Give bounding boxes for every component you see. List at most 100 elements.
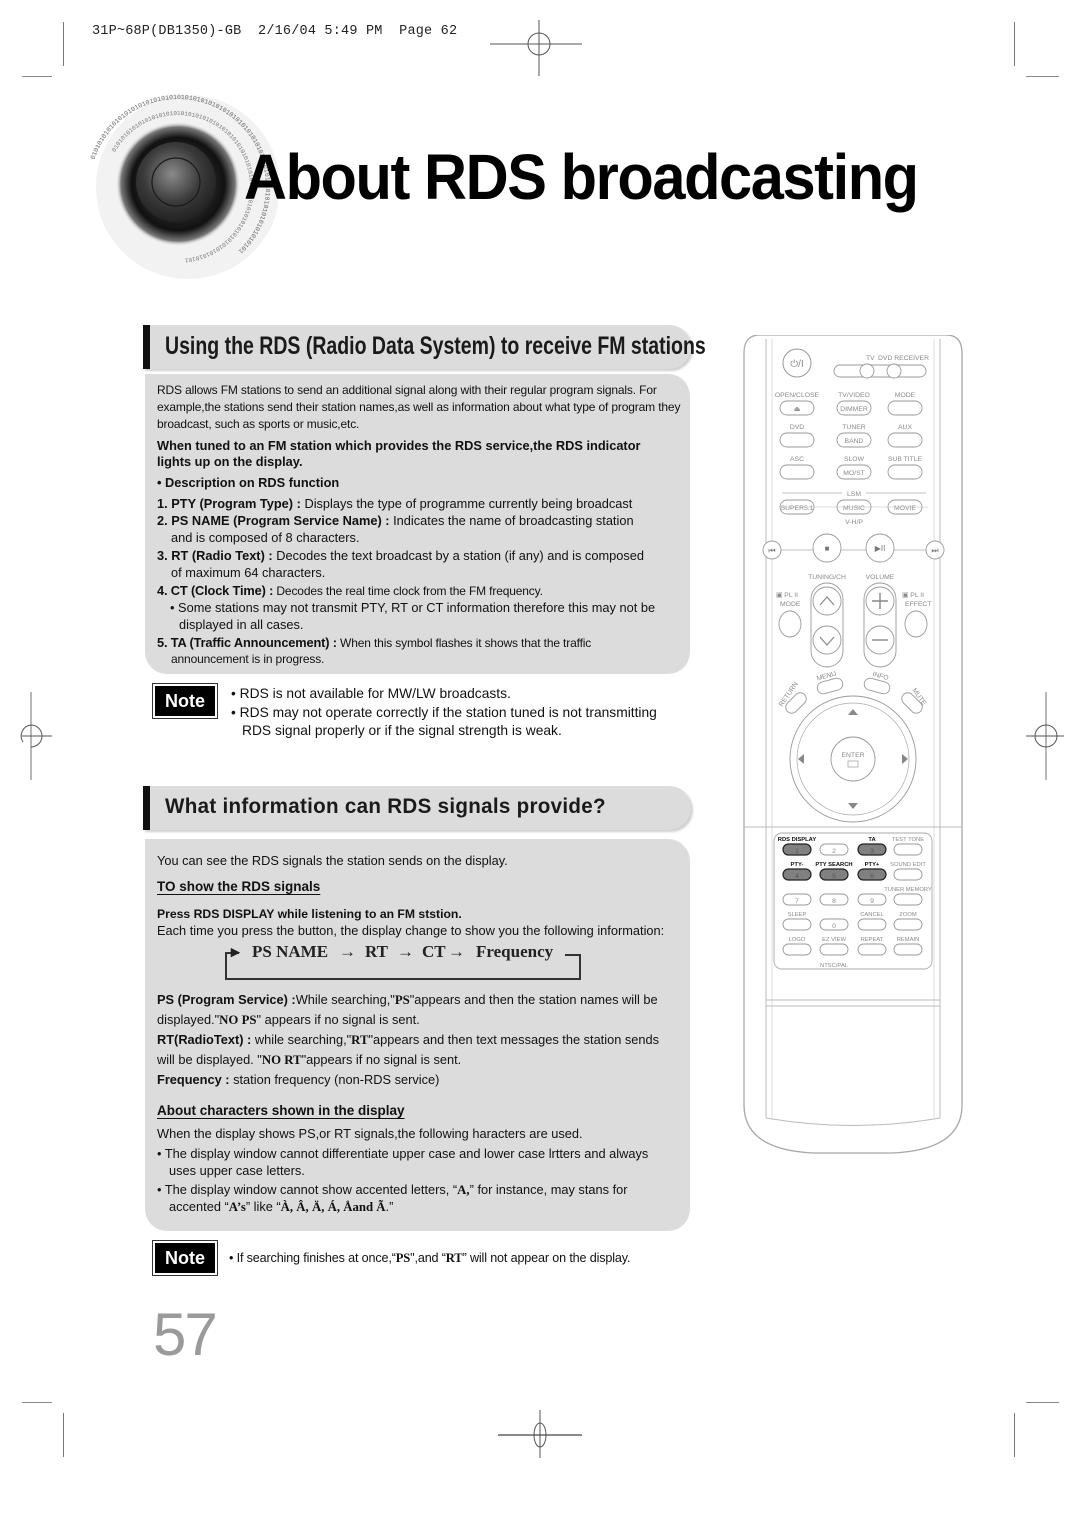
keypad-button-cancel[interactable] bbox=[857, 918, 887, 931]
svg-text:6: 6 bbox=[870, 873, 874, 880]
rds-function-item: 2. PS NAME (Program Service Name) : Indi… bbox=[157, 513, 634, 528]
svg-text:0: 0 bbox=[832, 923, 836, 930]
stop-button[interactable]: ■ bbox=[812, 533, 842, 563]
remote-label: SUB TITLE bbox=[888, 456, 923, 463]
svg-text:2: 2 bbox=[832, 848, 836, 855]
play-pause-button[interactable]: ▶II bbox=[865, 533, 895, 563]
rt-description-cont: will be displayed. "NO RT"appears if no … bbox=[157, 1052, 462, 1067]
rt-description: RT(RadioText) : while searching,"RT"appe… bbox=[157, 1032, 660, 1047]
svg-text:7: 7 bbox=[795, 898, 799, 905]
keypad-button-4[interactable]: 4 bbox=[782, 868, 812, 881]
remote-label: TV/VIDEO bbox=[838, 392, 870, 399]
pl-mode-button[interactable] bbox=[778, 610, 802, 638]
remote-button-mode[interactable] bbox=[887, 400, 923, 416]
keypad-button-test-tone[interactable] bbox=[893, 843, 923, 856]
pl-mode-label: ▣ PL II bbox=[776, 592, 798, 599]
keypad-button-6[interactable]: 6 bbox=[857, 868, 887, 881]
remote-button-open-close[interactable]: ⏏ bbox=[779, 400, 815, 416]
svg-text:DVD RECEIVER: DVD RECEIVER bbox=[878, 355, 929, 362]
flow-step: PS NAME bbox=[252, 942, 329, 961]
page-number: 57 bbox=[153, 1301, 218, 1368]
intro-line: example,the stations send their station … bbox=[157, 400, 681, 414]
ps-description-cont: displayed."NO PS" appears if no signal i… bbox=[157, 1012, 420, 1027]
svg-text:EFFECT: EFFECT bbox=[905, 601, 931, 608]
keypad-button-0[interactable]: 0 bbox=[819, 918, 849, 931]
keypad-button-ez-view[interactable] bbox=[819, 943, 849, 956]
note-item: • RDS is not available for MW/LW broadca… bbox=[231, 686, 511, 701]
ps-description: PS (Program Service) :While searching,"P… bbox=[157, 992, 658, 1007]
vhp-label: V-H/P bbox=[845, 519, 863, 526]
keypad-button-3[interactable]: 3 bbox=[857, 843, 887, 856]
remote-label: OPEN/CLOSE bbox=[775, 392, 820, 399]
keypad-button-zoom[interactable] bbox=[893, 918, 923, 931]
keypad-button-tuner-memory[interactable] bbox=[893, 893, 923, 906]
remote-keypad: RDS DISPLAY 1 2 TA 3 TEST TONE PTY- 4 PTY SEARCH… bbox=[773, 832, 933, 970]
remote-button-text: MO/ST bbox=[843, 470, 865, 477]
rds-function-item-cont: of maximum 64 characters. bbox=[171, 565, 326, 580]
tuning-down-button[interactable] bbox=[812, 625, 842, 655]
note-item-cont: RDS signal properly or if the signal str… bbox=[242, 723, 562, 738]
svg-text:4: 4 bbox=[795, 873, 799, 880]
remote-control-svg: ⏻/I TV DVD RECEIVER OPEN/CLOSE ⏏ TV/VIDEO D… bbox=[743, 334, 963, 1154]
keypad-button-repeat[interactable] bbox=[857, 943, 887, 956]
keypad-button-8[interactable]: 8 bbox=[819, 893, 849, 906]
enter-button[interactable] bbox=[830, 736, 876, 782]
rds-indicator-note: When tuned to an FM station which provid… bbox=[157, 438, 641, 453]
remote-button-asc[interactable] bbox=[779, 464, 815, 480]
registration-mark-left bbox=[20, 692, 52, 780]
pl-effect-button[interactable] bbox=[904, 610, 928, 638]
note-item: • RDS may not operate correctly if the s… bbox=[231, 705, 657, 720]
remote-button-dvd[interactable] bbox=[779, 432, 815, 448]
tuning-up-button[interactable] bbox=[812, 586, 842, 616]
remote-button-text: DIMMER bbox=[840, 406, 868, 413]
keypad-label: REPEAT bbox=[861, 937, 884, 943]
pl-effect-label: ▣ PL II bbox=[902, 592, 924, 599]
next-button[interactable]: ⏭ bbox=[925, 540, 945, 560]
desc-heading: • Description on RDS function bbox=[157, 475, 340, 490]
keypad-button-9[interactable]: 9 bbox=[857, 893, 887, 906]
keypad-button-5[interactable]: 5 bbox=[819, 868, 849, 881]
keypad-button-2[interactable]: 2 bbox=[819, 843, 849, 856]
keypad-button-sleep[interactable] bbox=[782, 918, 812, 931]
tuning-label: TUNING/CH bbox=[808, 574, 846, 581]
press-instruction: Press RDS DISPLAY while listening to an … bbox=[157, 907, 462, 921]
keypad-button-1[interactable]: 1 bbox=[782, 843, 812, 856]
remote-label: ASC bbox=[790, 456, 804, 463]
rds-function-item-cont: and is composed of 8 characters. bbox=[171, 530, 360, 545]
keypad-button-logo[interactable] bbox=[782, 943, 812, 956]
subheading-characters: About characters shown in the display bbox=[157, 1103, 405, 1118]
remote-label: TUNER bbox=[842, 424, 866, 431]
characters-bullet: • The display window cannot show accente… bbox=[157, 1182, 628, 1197]
keypad-button-sound-edit[interactable] bbox=[893, 868, 923, 881]
flow-arrow-icon: ▸ bbox=[231, 942, 240, 961]
keypad-label: PTY- bbox=[791, 862, 804, 868]
keypad-label: ZOOM bbox=[899, 912, 917, 918]
remote-button-tv-video[interactable]: DIMMER bbox=[836, 400, 872, 416]
enter-label: ENTER bbox=[841, 752, 864, 759]
page-title: About RDS broadcasting bbox=[244, 141, 919, 213]
characters-bullet: • The display window cannot differentiat… bbox=[157, 1146, 649, 1161]
remote-label: DVD bbox=[790, 424, 804, 431]
remote-button-slow[interactable]: MO/ST bbox=[836, 464, 872, 480]
keypad-label: PTY+ bbox=[865, 862, 880, 868]
remote-button-tuner[interactable]: BAND bbox=[836, 432, 872, 448]
flow-step: Frequency bbox=[476, 942, 554, 961]
remote-button-aux[interactable] bbox=[887, 432, 923, 448]
svg-text:⏻/I: ⏻/I bbox=[790, 359, 803, 370]
keypad-label: TUNER MEMORY bbox=[884, 887, 932, 893]
registration-mark-bottom bbox=[498, 1410, 582, 1458]
section-header-what-information: What information can RDS signals provide… bbox=[143, 786, 691, 830]
svg-text:TV: TV bbox=[866, 355, 875, 362]
prev-button[interactable]: ⏮ bbox=[762, 540, 782, 560]
power-button[interactable]: ⏻/I bbox=[782, 348, 812, 378]
display-cycle-diagram: ▸ PS NAME → RT → CT → Frequency bbox=[225, 940, 581, 980]
keypad-button-remain[interactable] bbox=[893, 943, 923, 956]
keypad-label: EZ VIEW bbox=[822, 937, 846, 943]
mode-switch-slider[interactable] bbox=[833, 364, 927, 378]
dvd-switch-knob[interactable] bbox=[886, 363, 902, 379]
keypad-button-7[interactable]: 7 bbox=[782, 893, 812, 906]
remote-control-illustration: ⏻/I TV DVD RECEIVER OPEN/CLOSE ⏏ TV/VIDEO D… bbox=[742, 334, 964, 1157]
tv-switch-knob[interactable] bbox=[859, 363, 875, 379]
keypad-label: SOUND EDIT bbox=[890, 862, 926, 868]
remote-button-sub-title[interactable] bbox=[887, 464, 923, 480]
